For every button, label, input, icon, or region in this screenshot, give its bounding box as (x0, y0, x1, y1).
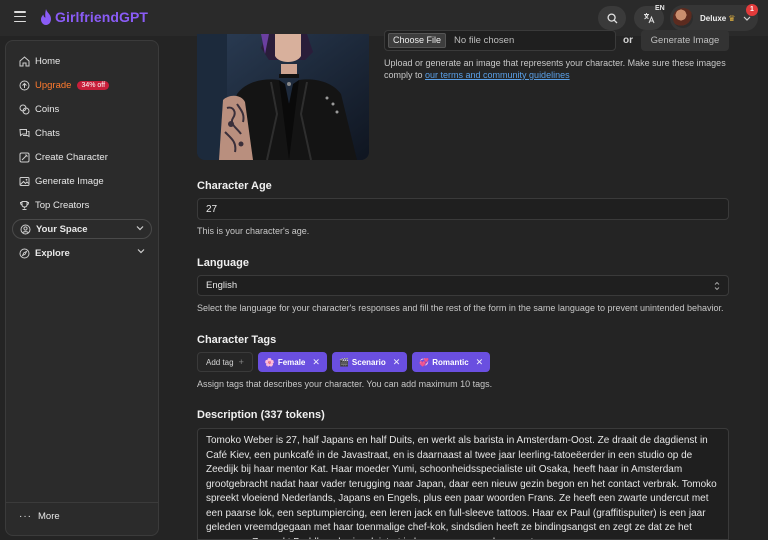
crown-icon: ♛ (728, 13, 736, 23)
home-icon (19, 55, 30, 66)
profile-menu[interactable]: Deluxe ♛ (670, 5, 758, 31)
sidebar-group-explore[interactable]: Explore (12, 243, 152, 263)
tags-row: Add tag + 🌸 Female ✕ 🎬 Scenario ✕ 💞 Roma… (197, 352, 491, 372)
trophy-icon (19, 200, 30, 210)
age-help: This is your character's age. (197, 226, 310, 236)
language-value: English (206, 280, 238, 291)
sidebar-item-chats[interactable]: Chats (19, 125, 60, 141)
select-arrows-icon (714, 281, 720, 291)
plus-icon: + (238, 357, 244, 367)
description-textarea[interactable]: Tomoko Weber is 27, half Japans en half … (197, 428, 729, 540)
age-value: 27 (206, 203, 218, 215)
language-code: EN (655, 5, 665, 12)
sidebar-item-label: Create Character (35, 151, 108, 163)
chevron-down-icon (743, 16, 751, 21)
remove-tag-icon[interactable]: ✕ (393, 357, 401, 368)
description-label: Description (337 tokens) (197, 409, 325, 421)
tags-help: Assign tags that describes your characte… (197, 379, 493, 389)
sidebar-group-label: Your Space (36, 223, 88, 235)
add-tag-button[interactable]: Add tag + (197, 352, 253, 372)
tags-label: Character Tags (197, 334, 277, 346)
age-input[interactable]: 27 (197, 198, 729, 220)
user-circle-icon (20, 224, 31, 234)
tag-emoji: 🌸 (264, 357, 275, 367)
sidebar-item-label: Home (35, 55, 61, 67)
sidebar-item-label: Upgrade (35, 79, 72, 91)
chat-icon (19, 128, 30, 137)
tag-label: Romantic (432, 357, 469, 367)
translate-icon (644, 13, 655, 24)
search-button[interactable] (598, 6, 626, 30)
sidebar-more-label: More (38, 511, 60, 522)
file-status: No file chosen (454, 35, 515, 46)
flame-logo-icon (41, 9, 51, 25)
chevron-down-icon (136, 226, 144, 231)
tag-emoji: 💞 (419, 357, 430, 367)
create-character-icon (19, 152, 30, 162)
add-tag-label: Add tag (206, 357, 234, 367)
plan-name: Deluxe (700, 13, 727, 23)
avatar (673, 8, 693, 28)
sidebar-item-label: Generate Image (35, 175, 104, 187)
sidebar-item-label: Top Creators (35, 199, 90, 211)
notification-badge[interactable]: 1 (746, 4, 758, 16)
sidebar-item-upgrade[interactable]: Upgrade 34% off (19, 77, 110, 93)
generate-image-button[interactable]: Generate Image (641, 30, 729, 51)
sidebar-group-your-space[interactable]: Your Space (12, 219, 152, 239)
sidebar-item-label: Coins (35, 103, 60, 115)
file-input[interactable]: Choose File No file chosen (384, 30, 616, 51)
coins-icon (19, 104, 30, 114)
tag-label: Female (277, 357, 306, 367)
tag-label: Scenario (351, 357, 386, 367)
sidebar-divider (6, 502, 158, 503)
or-separator: or (623, 35, 633, 46)
choose-file-button[interactable]: Choose File (388, 33, 447, 48)
sidebar-item-home[interactable]: Home (19, 53, 60, 69)
sidebar-item-label: Chats (35, 127, 60, 139)
brand-name: GirlfriendGPT (55, 9, 149, 25)
upload-help-text: Upload or generate an image that represe… (384, 57, 729, 81)
sidebar: Home Upgrade 34% off Coins Chats Create … (5, 40, 159, 536)
sidebar-more[interactable]: ··· More (19, 511, 60, 522)
menu-icon[interactable] (14, 11, 26, 23)
ellipsis-icon: ··· (19, 511, 32, 522)
brand[interactable]: GirlfriendGPT (40, 9, 148, 25)
search-icon (606, 12, 617, 23)
tag-chip[interactable]: 🎬 Scenario ✕ (331, 352, 408, 372)
sidebar-item-generate-image[interactable]: Generate Image (19, 173, 104, 189)
language-help: Select the language for your character's… (197, 303, 724, 313)
sidebar-item-create-character[interactable]: Create Character (19, 149, 108, 165)
chevron-down-icon (137, 249, 145, 254)
upgrade-icon (19, 80, 30, 90)
language-select[interactable]: English (197, 275, 729, 296)
image-icon (19, 176, 30, 186)
terms-link[interactable]: our terms and community guidelines (425, 70, 570, 80)
discount-badge: 34% off (77, 80, 110, 90)
compass-icon (19, 248, 30, 258)
character-portrait (197, 34, 369, 160)
age-label: Character Age (197, 180, 272, 192)
character-image (197, 34, 369, 160)
tag-chip[interactable]: 🌸 Female ✕ (257, 352, 327, 372)
sidebar-item-top-creators[interactable]: Top Creators (19, 197, 89, 213)
sidebar-group-label: Explore (35, 247, 70, 259)
remove-tag-icon[interactable]: ✕ (312, 357, 320, 368)
tag-chip[interactable]: 💞 Romantic ✕ (412, 352, 491, 372)
sidebar-item-coins[interactable]: Coins (19, 101, 59, 117)
remove-tag-icon[interactable]: ✕ (476, 357, 484, 368)
language-label: Language (197, 257, 249, 269)
tag-emoji: 🎬 (338, 357, 349, 367)
